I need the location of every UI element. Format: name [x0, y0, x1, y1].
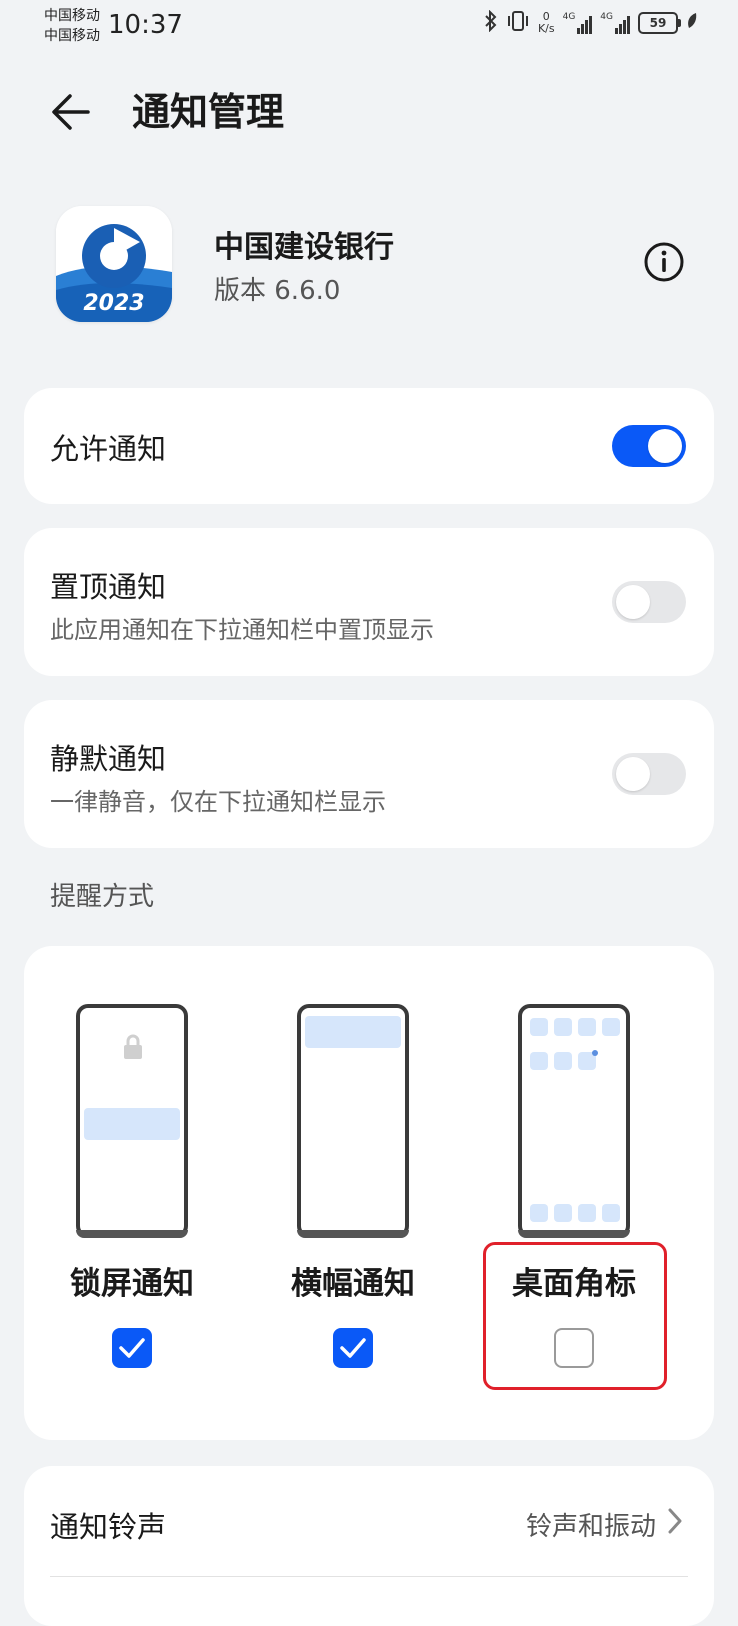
check-icon — [119, 1338, 145, 1358]
check-icon — [340, 1338, 366, 1358]
allow-notifications-row[interactable]: 允许通知 — [24, 388, 714, 504]
info-icon — [644, 242, 684, 282]
signal-2-label: 4G — [600, 12, 613, 22]
allow-notifications-toggle[interactable] — [612, 425, 686, 467]
toggle-knob — [616, 585, 650, 619]
network-speed-unit: K/s — [537, 22, 555, 35]
lock-icon — [124, 1034, 142, 1059]
pin-notifications-row[interactable]: 置顶通知 此应用通知在下拉通知栏中置顶显示 — [24, 528, 714, 676]
app-icon: 2023 — [56, 206, 172, 322]
app-info-button[interactable] — [642, 240, 686, 284]
leaf-icon — [686, 12, 698, 34]
clock: 10:37 — [108, 10, 183, 40]
reminder-options-card: 锁屏通知 横幅通知 桌面角标 — [24, 946, 714, 1440]
notification-sound-label: 通知铃声 — [50, 1510, 167, 1544]
dock-app-icon — [554, 1204, 572, 1222]
pin-notifications-toggle[interactable] — [612, 581, 686, 623]
vibrate-icon — [506, 10, 530, 36]
home-app-icon — [602, 1018, 620, 1036]
toggle-knob — [616, 757, 650, 791]
ccb-logo-icon: 2023 — [56, 206, 172, 322]
app-icon-year: 2023 — [83, 291, 144, 316]
app-version: 版本 6.6.0 — [214, 276, 341, 306]
notification-sound-row[interactable]: 通知铃声 铃声和振动 — [24, 1466, 714, 1576]
signal-icon-2: 4G — [600, 12, 630, 34]
highlight-annotation — [483, 1242, 667, 1390]
signal-1-label: 4G — [562, 12, 576, 22]
signal-icon-1: 4G — [563, 12, 593, 34]
banner-notification-bar — [305, 1016, 401, 1048]
toggle-knob — [648, 429, 682, 463]
page-title: 通知管理 — [132, 90, 285, 134]
carrier-1: 中国移动 — [44, 8, 100, 24]
allow-notifications-label: 允许通知 — [50, 432, 167, 466]
battery-icon: 59 — [638, 12, 681, 34]
home-app-icon — [554, 1052, 572, 1070]
lock-screen-label: 锁屏通知 — [70, 1266, 194, 1302]
home-app-icon — [554, 1018, 572, 1036]
banner-preview — [297, 1004, 409, 1238]
badge-dot-icon — [592, 1050, 598, 1056]
carrier-info: 中国移动 中国移动 — [44, 6, 100, 46]
chevron-right-icon — [668, 1508, 682, 1534]
app-badge-preview — [518, 1004, 630, 1238]
silent-notifications-description: 一律静音，仅在下拉通知栏显示 — [50, 788, 386, 816]
silent-notifications-toggle[interactable] — [612, 753, 686, 795]
lock-screen-checkbox[interactable] — [112, 1328, 152, 1368]
silent-notifications-label: 静默通知 — [50, 742, 167, 776]
notification-sound-card: 通知铃声 铃声和振动 — [24, 1466, 714, 1626]
network-speed: 0 K/s — [538, 11, 555, 35]
dock-app-icon — [602, 1204, 620, 1222]
pin-notifications-label: 置顶通知 — [50, 570, 167, 604]
status-bar: 中国移动 中国移动 10:37 0 K/s 4G 4G 59 — [0, 0, 738, 52]
app-info: 2023 中国建设银行 版本 6.6.0 — [0, 200, 738, 330]
banner-label: 横幅通知 — [291, 1266, 415, 1302]
divider — [50, 1576, 688, 1577]
silent-notifications-row[interactable]: 静默通知 一律静音，仅在下拉通知栏显示 — [24, 700, 714, 848]
banner-option[interactable]: 横幅通知 — [259, 946, 459, 1426]
header: 通知管理 — [0, 70, 738, 150]
bluetooth-icon — [484, 9, 498, 36]
reminder-section-label: 提醒方式 — [50, 882, 155, 912]
back-arrow-icon — [52, 94, 90, 130]
home-app-icon — [530, 1052, 548, 1070]
lock-screen-option[interactable]: 锁屏通知 — [38, 946, 238, 1426]
status-icons: 0 K/s 4G 4G 59 — [484, 9, 698, 36]
app-name: 中国建设银行 — [214, 230, 394, 265]
back-button[interactable] — [44, 84, 100, 140]
dock-app-icon — [578, 1204, 596, 1222]
pin-notifications-description: 此应用通知在下拉通知栏中置顶显示 — [50, 616, 434, 644]
lock-screen-preview — [76, 1004, 188, 1238]
notification-sound-value: 铃声和振动 — [525, 1512, 656, 1542]
home-app-icon — [578, 1018, 596, 1036]
home-app-icon — [530, 1018, 548, 1036]
banner-checkbox[interactable] — [333, 1328, 373, 1368]
carrier-2: 中国移动 — [44, 28, 100, 44]
lock-screen-notification-bar — [84, 1108, 180, 1140]
dock-app-icon — [530, 1204, 548, 1222]
